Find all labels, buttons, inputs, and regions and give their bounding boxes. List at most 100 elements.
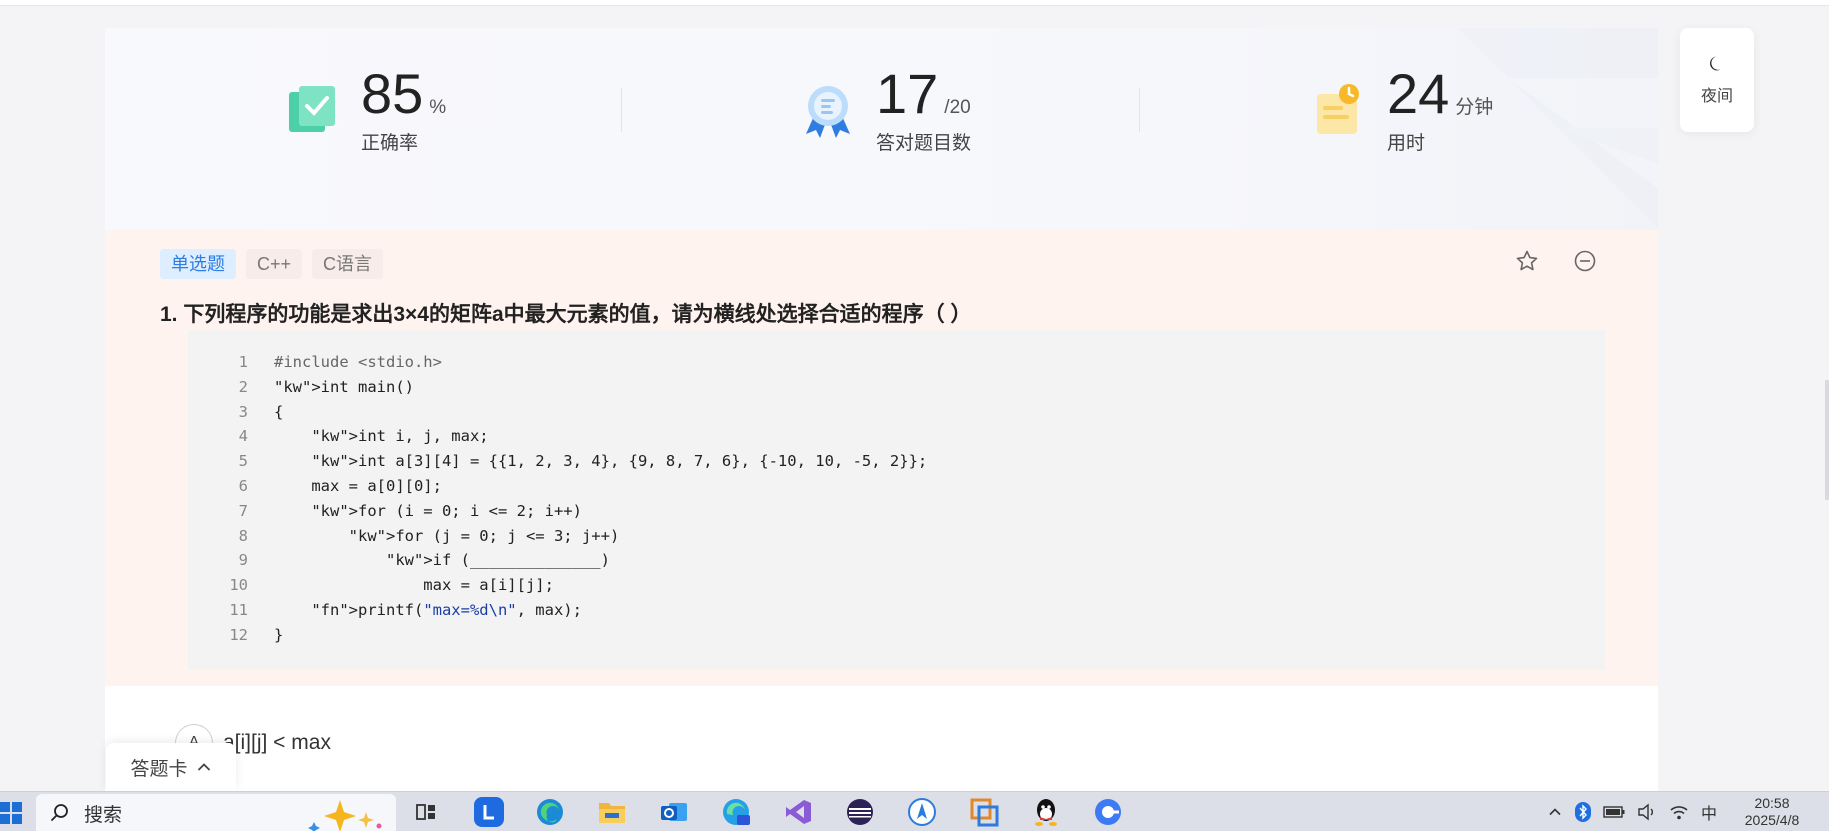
app-lenovo-icon[interactable] [474,797,504,827]
question-title: 1. 下列程序的功能是求出3×4的矩阵a中最大元素的值，请为横线处选择合适的程序… [160,303,972,326]
app-circle-icon[interactable] [1093,797,1123,827]
task-view-icon[interactable] [411,797,441,827]
line-number: 6 [238,476,248,495]
line-number: 12 [229,625,248,644]
edge-ai-icon[interactable] [721,797,751,827]
line-number: 11 [229,600,248,619]
tag-cpp: C++ [246,249,303,279]
battery-icon[interactable] [1603,805,1625,819]
code-text: "kw">for (j = 0; j <= 3; j++) [348,526,620,545]
code-line: 10 max = a[i][j]; [188,573,1605,598]
time-used-label: 用时 [1387,133,1426,154]
divider [621,88,622,132]
chevron-up-icon[interactable] [1547,804,1563,820]
qq-icon[interactable] [1031,797,1061,827]
line-number: 2 [238,377,248,396]
chevron-up-icon [197,763,210,771]
favorite-button[interactable] [1514,248,1540,274]
code-text: max = a[i][j]; [274,576,554,595]
clock-date: 2025/4/8 [1744,812,1800,828]
question-actions [1514,248,1598,274]
app-compass-icon[interactable] [907,797,937,827]
line-number: 4 [238,427,248,446]
code-text: "fn">printf("max=%d\n", max); [311,600,582,619]
line-number: 3 [238,402,248,421]
code-line: 8 "kw">for (j = 0; j <= 3; j++) [188,524,1605,549]
visual-studio-icon[interactable] [783,797,813,827]
code-line: 9 "kw">if (______________) [188,548,1605,573]
clock[interactable]: 20:58 2025/4/8 [1737,795,1807,829]
code-line: 6 max = a[0][0]; [188,474,1605,499]
code-block: 1 #include <stdio.h> 2 "kw">int main() 3{ … [188,330,1605,670]
night-mode-label: 夜间 [1700,88,1733,105]
answer-card-label: 答题卡 [130,758,188,780]
stats-panel: 85% 正确率 17/20 答对题目数 24 分钟 用时 [105,28,1658,230]
code-text: "kw">if (______________) [385,551,610,570]
accuracy-label: 正确率 [361,133,419,154]
time-used-unit: 分钟 [1455,97,1494,118]
code-line: 11 "fn">printf("max=%d\n", max); [188,598,1605,623]
top-bar [0,0,1829,6]
code-line: 4 "kw">int i, j, max; [188,424,1605,449]
taskbar-search[interactable]: 搜索 [36,794,396,831]
correct-count-value: 17 [876,62,939,125]
eclipse-icon[interactable] [845,797,875,827]
bluetooth-icon[interactable] [1574,802,1591,822]
result-card: 85% 正确率 17/20 答对题目数 24 分钟 用时 单选题 C++ C语言… [105,28,1658,818]
input-method-indicator[interactable]: 中 [1701,800,1717,824]
taskbar: 搜索 中 20:58 2025/4/8 [0,791,1829,831]
answer-card-button[interactable]: 答题卡 [106,743,236,791]
tag-c-language: C语言 [312,249,384,279]
file-explorer-icon[interactable] [597,797,627,827]
wifi-icon[interactable] [1669,803,1689,821]
outlook-icon[interactable] [659,797,689,827]
search-placeholder: 搜索 [84,804,123,826]
app-windows-box-icon[interactable] [969,797,999,827]
moon-icon [1710,56,1721,71]
line-number: 5 [238,452,248,471]
question-tags: 单选题 C++ C语言 [160,249,384,279]
accuracy-unit: % [429,97,447,118]
code-text: "kw">int i, j, max; [311,427,489,446]
code-text: "kw">for (i = 0; i <= 2; i++) [311,501,582,520]
star-icon [1516,250,1538,271]
line-number: 7 [238,501,248,520]
code-text: "kw">int main() [274,377,414,396]
correct-count-total: /20 [944,97,971,118]
line-number: 10 [229,576,248,595]
correct-count-label: 答对题目数 [876,133,972,154]
copilot-sparkle-icon[interactable] [304,798,384,831]
clock-note-icon [1317,84,1359,134]
search-icon [51,804,68,821]
code-text: { [274,402,284,421]
question-block: 单选题 C++ C语言 1. 下列程序的功能是求出3×4的矩阵a中最大元素的值，… [105,230,1658,686]
check-book-icon [289,86,335,132]
line-number: 9 [238,551,248,570]
tag-single-choice: 单选题 [160,249,236,279]
system-tray: 中 20:58 2025/4/8 [1547,792,1829,831]
line-number: 1 [238,353,248,371]
scrollbar[interactable] [1825,380,1829,500]
code-text: } [274,625,284,644]
option-text: a[i][j] < max [223,731,331,754]
code-line: 3{ [188,400,1605,425]
code-text: "kw">int a[3][4] = {{1, 2, 3, 4}, {9, 8,… [311,452,928,471]
medal-icon [806,86,850,138]
code-text: max = a[0][0]; [274,476,442,495]
code-line: 7 "kw">for (i = 0; i <= 2; i++) [188,499,1605,524]
time-used-value: 24 [1387,62,1450,125]
code-text: #include <stdio.h> [274,353,442,371]
code-line: 5 "kw">int a[3][4] = {{1, 2, 3, 4}, {9, … [188,449,1605,474]
accuracy-value: 85 [361,62,424,125]
code-line: 2 "kw">int main() [188,375,1605,400]
clock-time: 20:58 [1754,795,1790,811]
volume-icon[interactable] [1637,803,1657,821]
code-line: 1 #include <stdio.h> [188,350,1605,375]
minus-circle-icon [1574,250,1596,272]
divider [1139,88,1140,132]
remove-button[interactable] [1572,248,1598,274]
windows-start-icon[interactable] [0,800,24,824]
edge-browser-icon[interactable] [535,797,565,827]
night-mode-button[interactable]: 夜间 [1680,28,1754,132]
line-number: 8 [238,526,248,545]
